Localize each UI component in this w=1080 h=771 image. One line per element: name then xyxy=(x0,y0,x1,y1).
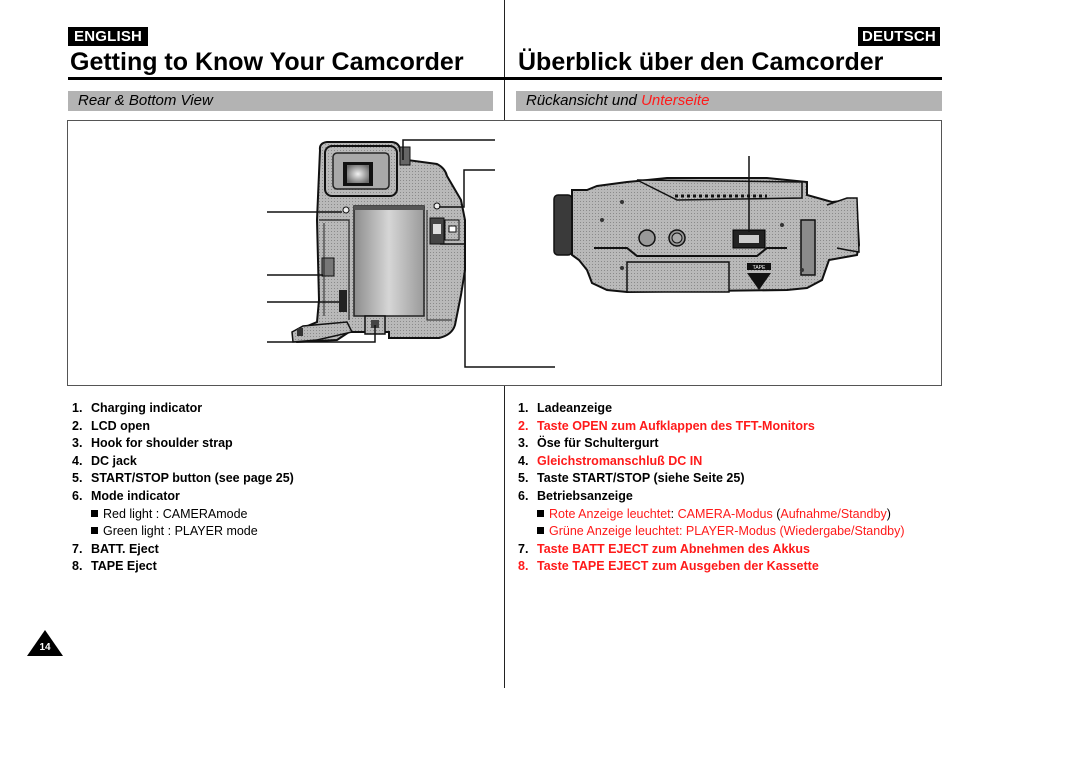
bullet-square-icon xyxy=(537,527,544,535)
list-item: 2. Taste OPEN zum Aufklappen des TFT-Moni… xyxy=(518,418,905,436)
sub-list-item: Green light : PLAYER mode xyxy=(72,523,294,541)
bullet-square-icon xyxy=(91,509,98,517)
item-number: 8. xyxy=(518,559,529,574)
parts-list-deutsch: 1. Ladeanzeige 2. Taste OPEN zum Aufklappe… xyxy=(518,400,905,576)
item-number: 4. xyxy=(518,453,529,468)
camcorder-rear-view xyxy=(291,141,466,344)
page-title-english: Getting to Know Your Camcorder xyxy=(70,48,464,76)
list-item: 7. Taste BATT EJECT zum Abnehmen des Akku… xyxy=(518,541,905,559)
item-number: 5. xyxy=(72,471,83,486)
sub-item-text: Red light : CAMERAmode xyxy=(103,506,248,521)
item-text: Taste OPEN zum Aufklappen des TFT-Monito… xyxy=(537,418,815,433)
item-text: Charging indicator xyxy=(91,401,203,415)
list-item: 8. Taste TAPE EJECT zum Ausgeben der Kass… xyxy=(518,558,905,576)
section-heading-deutsch-part2: Unterseite xyxy=(641,92,710,109)
sub-list-item: Rote Anzeige leuchtet: CAMERA-Modus (Auf… xyxy=(518,506,905,524)
sub-item-text: Green light : PLAYER mode xyxy=(103,524,258,539)
item-text: Mode indicator xyxy=(91,488,180,503)
list-item: 7. BATT. Eject xyxy=(72,541,294,559)
list-item: 6. Betriebsanzeige xyxy=(518,488,905,506)
item-text: Hook for shoulder strap xyxy=(91,436,233,451)
item-text: Betriebsanzeige xyxy=(537,488,633,503)
item-text: BATT. Eject xyxy=(91,541,159,556)
camcorder-bottom-view: TAPE xyxy=(553,177,861,294)
item-number: 3. xyxy=(518,436,529,451)
item-number: 7. xyxy=(72,541,83,556)
list-item: 8. TAPE Eject xyxy=(72,558,294,576)
item-text: START/STOP button (see page 25) xyxy=(91,471,294,486)
sub-item-text: Grüne Anzeige leuchtet: PLAYER-Modus (Wi… xyxy=(549,524,905,539)
list-item: 1. Charging indicator xyxy=(72,400,294,418)
bullet-square-icon xyxy=(537,509,544,517)
list-item: 6. Mode indicator xyxy=(72,488,294,506)
item-number: 1. xyxy=(518,401,529,415)
list-item: 3. Öse für Schultergurt xyxy=(518,435,905,453)
item-text: Taste BATT EJECT zum Abnehmen des Akkus xyxy=(537,541,810,556)
item-number: 5. xyxy=(518,471,529,486)
sub-list-item: Red light : CAMERAmode xyxy=(72,506,294,524)
language-tag-deutsch: DEUTSCH xyxy=(858,27,940,46)
page-number-badge: 14 xyxy=(27,630,63,656)
sub-item-text: : xyxy=(670,506,678,521)
sub-item-text: Rote Anzeige leuchtet xyxy=(549,506,671,521)
item-number: 7. xyxy=(518,541,529,556)
item-number: 2. xyxy=(518,418,529,433)
tape-label: TAPE xyxy=(753,265,766,271)
title-rule-deutsch xyxy=(504,77,942,80)
section-heading-deutsch-part1: Rückansicht und xyxy=(526,92,642,109)
item-number: 2. xyxy=(72,418,83,433)
item-text: TAPE Eject xyxy=(91,559,157,574)
item-text: Taste TAPE EJECT zum Ausgeben der Kasset… xyxy=(537,559,819,574)
section-heading-deutsch: Rückansicht und Unterseite xyxy=(516,91,942,111)
sub-item-text: ) xyxy=(886,506,891,521)
item-number: 6. xyxy=(518,488,529,503)
language-tag-english: ENGLISH xyxy=(68,27,149,46)
bullet-square-icon xyxy=(91,527,98,535)
list-item: 2. LCD open xyxy=(72,418,294,436)
item-number: 6. xyxy=(72,488,83,503)
title-rule-english xyxy=(68,77,504,80)
list-item: 5. Taste START/STOP (siehe Seite 25) xyxy=(518,470,905,488)
list-item: 4. Gleichstromanschluß DC IN xyxy=(518,453,905,471)
list-item: 4. DC jack xyxy=(72,453,294,471)
item-text: DC jack xyxy=(91,453,137,468)
item-text: Ladeanzeige xyxy=(537,401,613,415)
item-text: Gleichstromanschluß DC IN xyxy=(537,453,703,468)
page-number: 14 xyxy=(39,642,51,653)
parts-list-english: 1. Charging indicator 2. LCD open 3. Hook f… xyxy=(72,400,294,576)
item-number: 8. xyxy=(72,559,83,574)
list-item: 3. Hook for shoulder strap xyxy=(72,435,294,453)
section-heading-english: Rear & Bottom View xyxy=(68,91,493,111)
item-number: 4. xyxy=(72,453,83,468)
sub-item-text: CAMERA-Modus xyxy=(677,506,773,521)
item-number: 3. xyxy=(72,436,83,451)
camcorder-figure: TAPE xyxy=(267,139,861,368)
item-text: LCD open xyxy=(91,418,151,433)
item-text: Taste START/STOP (siehe Seite 25) xyxy=(537,471,745,486)
list-item: 1. Ladeanzeige xyxy=(518,400,905,418)
item-number: 1. xyxy=(72,401,83,415)
list-item: 5. START/STOP button (see page 25) xyxy=(72,470,294,488)
sub-item-text: Aufnahme/Standby xyxy=(780,506,887,521)
item-text: Öse für Schultergurt xyxy=(537,436,659,451)
page-title-deutsch: Überblick über den Camcorder xyxy=(518,48,884,76)
sub-list-item: Grüne Anzeige leuchtet: PLAYER-Modus (Wi… xyxy=(518,523,905,541)
